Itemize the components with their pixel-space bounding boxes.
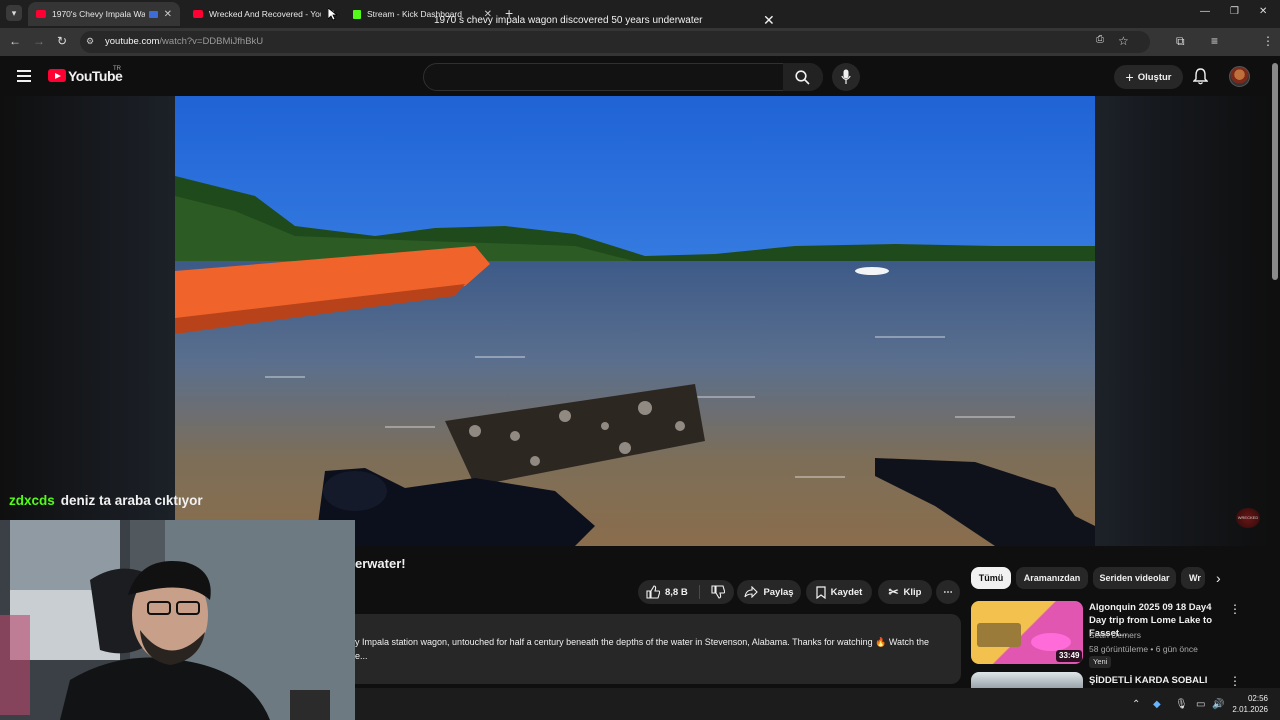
volume-icon[interactable]: 🔊	[1212, 699, 1224, 710]
webcam-feed	[0, 520, 355, 720]
search-box[interactable]	[423, 63, 823, 91]
system-clock[interactable]: 02:56 2.01.2026	[1226, 693, 1268, 715]
save-button[interactable]: Kaydet	[806, 580, 872, 604]
kick-icon	[353, 9, 361, 19]
restore-icon[interactable]: ❐	[1230, 6, 1239, 17]
country-code: TR	[113, 66, 121, 72]
video-frame	[175, 96, 1095, 546]
recommendation-channel[interactable]: Sean Demers	[1089, 630, 1141, 640]
like-divider	[698, 585, 700, 599]
share-label: Paylaş	[763, 586, 794, 598]
browser-toolbar: ← → ↻ ⚙ youtube.com/watch?v=DDBMiJfhBkU …	[0, 28, 1280, 77]
chip-from-series[interactable]: Seriden videolar	[1093, 567, 1176, 589]
recommendation-menu-icon[interactable]: ⋮	[1229, 674, 1241, 688]
youtube-header: YouTube TR + Oluştur	[0, 56, 1280, 96]
clip-button[interactable]: ✂ Klip	[878, 580, 932, 604]
microphone-icon	[841, 69, 851, 84]
clip-label: Klip	[903, 586, 922, 598]
create-label: Oluştur	[1137, 71, 1172, 83]
like-count[interactable]: 8,8 B	[665, 587, 688, 598]
reload-icon[interactable]: ↻	[57, 34, 67, 48]
scissors-icon: ✂	[888, 585, 899, 599]
chat-message: deniz ta araba cıktıyor	[60, 493, 203, 508]
thumbnail-graphic	[1031, 633, 1071, 651]
browser-tab-1[interactable]: 1970's Chevy Impala Wagon ✕	[28, 2, 180, 26]
recommendation-thumbnail[interactable]	[971, 672, 1083, 688]
ambient-mode-left	[0, 96, 175, 546]
close-tab-icon[interactable]: ✕	[164, 9, 172, 20]
install-app-icon[interactable]: ⎙	[1096, 34, 1104, 45]
search-icon	[795, 70, 810, 85]
share-button[interactable]: Paylaş	[737, 580, 801, 604]
window-close-icon[interactable]: ✕	[1259, 6, 1267, 17]
video-title: erwater!	[355, 556, 406, 571]
windows-taskbar	[355, 688, 1280, 720]
forward-icon[interactable]: →	[33, 34, 45, 48]
chip-from-search[interactable]: Aramanızdan	[1016, 567, 1088, 589]
thumbnail-map	[977, 623, 1021, 647]
youtube-icon	[193, 10, 203, 18]
tab-title: Wrecked And Recovered - YouT	[209, 9, 321, 19]
new-badge: Yeni	[1089, 656, 1112, 668]
youtube-logo-icon[interactable]	[48, 69, 66, 82]
notifications-bell-icon[interactable]	[1193, 68, 1208, 85]
recommendation-title[interactable]: ŞİDDETLİ KARDA SOBALI	[1089, 674, 1227, 687]
site-info-icon[interactable]: ⚙	[86, 36, 97, 47]
description-more-link[interactable]: e...	[355, 651, 368, 661]
share-icon	[744, 586, 759, 598]
ambient-mode-right	[1095, 96, 1270, 546]
url-text[interactable]: youtube.com/watch?v=DDBMiJfhBkU	[105, 36, 263, 47]
dislike-icon[interactable]	[711, 585, 725, 599]
minimize-icon[interactable]: —	[1200, 6, 1210, 17]
voice-search-button[interactable]	[832, 63, 860, 91]
browser-menu-icon[interactable]: ⋮	[1262, 34, 1274, 48]
account-avatar[interactable]	[1229, 66, 1250, 87]
recommendation-meta: 58 görüntüleme • 6 gün önce	[1089, 644, 1198, 654]
recommendation-menu-icon[interactable]: ⋮	[1229, 602, 1241, 616]
channel-watermark[interactable]: WRECKED	[1236, 508, 1260, 528]
chip-channel[interactable]: Wr	[1181, 567, 1205, 589]
scrollbar-thumb[interactable]	[1272, 63, 1278, 280]
extensions-puzzle-icon[interactable]: ⧉	[1176, 34, 1185, 49]
bookmark-star-icon[interactable]: ☆	[1118, 34, 1129, 48]
video-player[interactable]	[175, 96, 1095, 546]
display-icon[interactable]: ▭	[1196, 699, 1205, 710]
back-icon[interactable]: ←	[9, 34, 21, 48]
youtube-icon	[36, 10, 46, 18]
like-icon[interactable]	[646, 585, 660, 599]
chat-username: zdxcds	[9, 493, 55, 508]
steam-icon[interactable]: ◆	[1153, 699, 1161, 710]
tab-title: 1970's Chevy Impala Wagon	[52, 9, 145, 19]
cast-icon	[148, 10, 158, 18]
clock-time: 02:56	[1247, 694, 1268, 703]
microphone-tray-icon[interactable]: 🎙	[1175, 699, 1188, 710]
webcam-overlay	[0, 520, 355, 720]
bookmark-icon	[816, 585, 826, 599]
browser-tab-2[interactable]: Wrecked And Recovered - YouT ✕	[185, 2, 343, 26]
plus-icon: +	[1125, 69, 1134, 85]
save-label: Kaydet	[830, 586, 863, 598]
duration-badge: 33:49	[1056, 650, 1083, 662]
chip-all[interactable]: Tümü	[971, 567, 1011, 589]
clear-search-icon[interactable]: ✕	[763, 12, 775, 29]
search-input[interactable]: 1970 s chevy impala wagon discovered 50 …	[434, 15, 703, 26]
media-controls-icon[interactable]: ≡	[1211, 34, 1218, 48]
more-horizontal-icon: ⋯	[943, 586, 953, 598]
description-box[interactable]	[345, 614, 961, 684]
create-button[interactable]: + Oluştur	[1114, 65, 1183, 89]
chevron-right-icon[interactable]: ›	[1216, 570, 1221, 586]
chat-overlay: zdxcds deniz ta araba cıktıyor	[9, 493, 203, 508]
guide-menu-icon[interactable]	[17, 70, 31, 85]
search-button[interactable]	[783, 63, 823, 91]
tray-overflow-icon[interactable]: ⌃	[1132, 699, 1140, 710]
like-dislike-group: 8,8 B	[638, 580, 734, 604]
tab-search-button[interactable]: ▾	[6, 5, 22, 21]
mouse-cursor-icon	[328, 8, 337, 21]
more-actions-button[interactable]: ⋯	[936, 580, 960, 604]
description-text: y Impala station wagon, untouched for ha…	[355, 637, 930, 647]
clock-date: 2.01.2026	[1232, 705, 1268, 714]
